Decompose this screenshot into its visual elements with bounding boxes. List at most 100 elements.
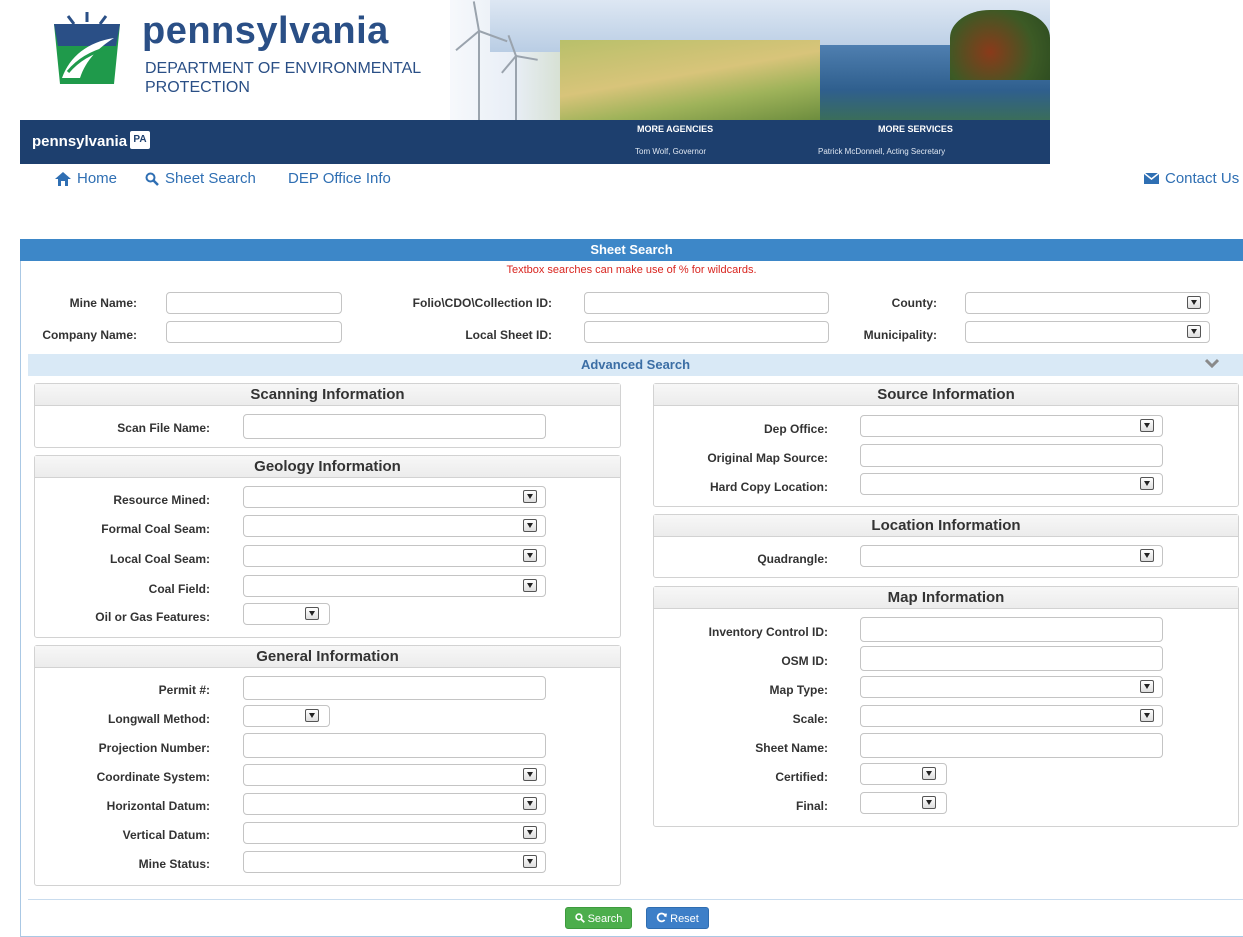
dep-office-label: Dep Office: <box>763 422 828 436</box>
coal-field-label: Coal Field: <box>148 582 210 596</box>
scan-file-name-input[interactable] <box>243 414 546 439</box>
chevron-down-icon <box>523 768 537 781</box>
pa-gov-link[interactable]: pennsylvania <box>32 133 127 150</box>
county-select[interactable] <box>965 292 1210 314</box>
nav-contact-us[interactable]: Contact Us <box>1144 170 1239 187</box>
chevron-down-icon <box>305 709 319 722</box>
dep-office-select[interactable] <box>860 415 1163 437</box>
quadrangle-label: Quadrangle: <box>757 552 828 566</box>
longwall-method-select[interactable] <box>243 705 330 727</box>
inventory-control-id-input[interactable] <box>860 617 1163 642</box>
home-icon <box>55 171 71 186</box>
search-button[interactable]: Search <box>565 907 632 929</box>
resource-mined-select[interactable] <box>243 486 546 508</box>
coordinate-system-label: Coordinate System: <box>96 770 210 784</box>
general-info-title: General Information <box>35 646 620 668</box>
vertical-datum-select[interactable] <box>243 822 546 844</box>
mine-name-label: Mine Name: <box>69 296 137 310</box>
governor-link[interactable]: Tom Wolf, Governor <box>635 147 706 156</box>
permit-input[interactable] <box>243 676 546 700</box>
nav-home-label: Home <box>77 170 118 187</box>
chevron-down-icon <box>1187 296 1201 309</box>
oil-gas-features-select[interactable] <box>243 603 330 625</box>
footer-divider <box>28 899 1243 900</box>
formal-coal-seam-select[interactable] <box>243 515 546 537</box>
mine-name-input[interactable] <box>166 292 342 314</box>
more-services-link[interactable]: MORE SERVICES <box>878 124 953 134</box>
pa-keystone-logo-icon[interactable] <box>48 12 126 92</box>
folio-id-input[interactable] <box>584 292 829 314</box>
original-map-source-input[interactable] <box>860 444 1163 467</box>
local-sheet-id-label: Local Sheet ID: <box>465 328 552 342</box>
chevron-down-icon <box>922 796 936 809</box>
map-type-select[interactable] <box>860 676 1163 698</box>
projection-number-input[interactable] <box>243 733 546 758</box>
coordinate-system-select[interactable] <box>243 764 546 786</box>
logo-title: pennsylvania <box>142 10 389 52</box>
logo-subtitle-line1: DEPARTMENT OF ENVIRONMENTAL <box>145 60 422 77</box>
local-coal-seam-label: Local Coal Seam: <box>109 552 210 566</box>
chevron-down-icon <box>1140 549 1154 562</box>
chevron-down-icon <box>1187 325 1201 338</box>
osm-id-label: OSM ID: <box>781 654 828 668</box>
chevron-down-icon <box>523 797 537 810</box>
original-map-source-label: Original Map Source: <box>707 451 828 465</box>
chevron-down-icon <box>523 519 537 532</box>
company-name-input[interactable] <box>166 321 342 343</box>
chevron-down-icon <box>1140 709 1154 722</box>
inventory-control-id-label: Inventory Control ID: <box>708 625 828 639</box>
chevron-down-icon <box>1140 419 1154 432</box>
search-icon <box>145 172 159 186</box>
horizontal-datum-select[interactable] <box>243 793 546 815</box>
source-info-title: Source Information <box>654 384 1238 406</box>
chevron-down-icon <box>523 579 537 592</box>
local-coal-seam-select[interactable] <box>243 545 546 567</box>
oil-gas-features-label: Oil or Gas Features: <box>95 610 210 624</box>
certified-select[interactable] <box>860 763 947 785</box>
municipality-label: Municipality: <box>863 328 937 342</box>
location-info-title: Location Information <box>654 515 1238 537</box>
sheet-name-input[interactable] <box>860 733 1163 758</box>
nav-home[interactable]: Home <box>55 170 117 187</box>
vertical-datum-label: Vertical Datum: <box>122 828 210 842</box>
map-type-label: Map Type: <box>769 683 828 697</box>
chevron-down-icon <box>523 826 537 839</box>
wildcard-note: Textbox searches can make use of % for w… <box>506 264 757 276</box>
resource-mined-label: Resource Mined: <box>113 493 210 507</box>
longwall-method-label: Longwall Method: <box>108 712 210 726</box>
refresh-icon <box>656 909 668 931</box>
reset-button-label: Reset <box>670 913 699 925</box>
mine-status-label: Mine Status: <box>138 857 210 871</box>
more-agencies-link[interactable]: MORE AGENCIES <box>637 124 713 134</box>
sheet-name-label: Sheet Name: <box>755 741 828 755</box>
quadrangle-select[interactable] <box>860 545 1163 567</box>
certified-label: Certified: <box>775 770 828 784</box>
folio-id-label: Folio\CDO\Collection ID: <box>412 296 552 310</box>
chevron-down-icon <box>1140 477 1154 490</box>
nav-contact-us-label: Contact Us <box>1165 170 1240 187</box>
secretary-link[interactable]: Patrick McDonnell, Acting Secretary <box>818 147 945 156</box>
envelope-icon <box>1144 173 1159 184</box>
osm-id-input[interactable] <box>860 646 1163 671</box>
advanced-search-toggle[interactable]: Advanced Search <box>28 354 1243 376</box>
map-info-title: Map Information <box>654 587 1238 609</box>
formal-coal-seam-label: Formal Coal Seam: <box>101 522 210 536</box>
chevron-down-icon[interactable] <box>1204 355 1220 371</box>
scale-select[interactable] <box>860 705 1163 727</box>
hard-copy-location-select[interactable] <box>860 473 1163 495</box>
nav-sheet-search[interactable]: Sheet Search <box>145 170 256 187</box>
local-sheet-id-input[interactable] <box>584 321 829 343</box>
reset-button[interactable]: Reset <box>646 907 709 929</box>
chevron-down-icon <box>305 607 319 620</box>
mine-status-select[interactable] <box>243 851 546 873</box>
final-select[interactable] <box>860 792 947 814</box>
final-label: Final: <box>796 799 828 813</box>
chevron-down-icon <box>922 767 936 780</box>
search-icon <box>574 909 585 931</box>
nav-dep-office-info[interactable]: DEP Office Info <box>288 170 391 187</box>
scale-label: Scale: <box>792 712 828 726</box>
municipality-select[interactable] <box>965 321 1210 343</box>
search-button-label: Search <box>587 913 623 925</box>
nav-dep-office-info-label: DEP Office Info <box>288 170 391 187</box>
coal-field-select[interactable] <box>243 575 546 597</box>
